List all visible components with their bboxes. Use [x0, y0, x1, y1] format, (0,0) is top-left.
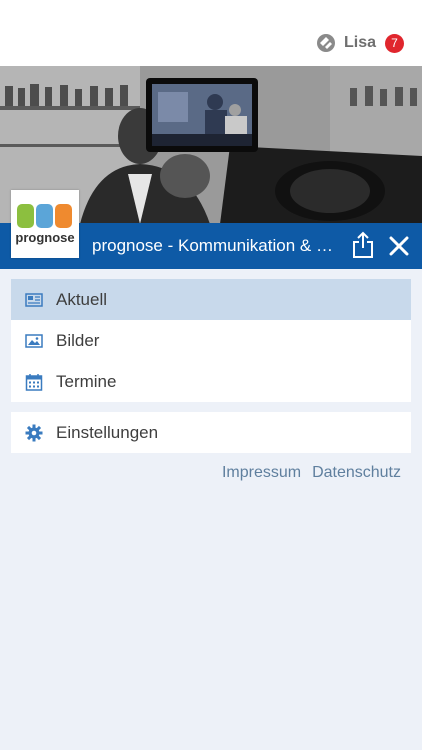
share-icon[interactable] [351, 231, 375, 259]
newspaper-icon [25, 293, 43, 307]
menu-item-termine[interactable]: Termine [11, 361, 411, 402]
settings-menu: Einstellungen [11, 412, 411, 453]
footer-links: Impressum Datenschutz [211, 464, 401, 482]
menu-label-aktuell: Aktuell [56, 289, 108, 309]
menu-label-einstellungen: Einstellungen [56, 422, 159, 442]
impressum-link[interactable]: Impressum [222, 464, 301, 482]
menu-label-termine: Termine [56, 371, 117, 391]
menu-item-bilder[interactable]: Bilder [11, 320, 411, 361]
notification-badge[interactable]: 7 [385, 33, 404, 53]
datenschutz-link[interactable]: Datenschutz [312, 464, 401, 482]
calendar-icon [25, 374, 43, 391]
channel-title[interactable]: prognose - Kommunikation & Medien [92, 236, 342, 256]
main-menu: Aktuell Bilder Termine [11, 279, 411, 402]
image-icon [25, 334, 43, 348]
username: Lisa [343, 34, 376, 51]
menu-label-bilder: Bilder [56, 330, 100, 350]
menu-item-aktuell[interactable]: Aktuell [11, 279, 411, 320]
app-logo-icon [316, 34, 335, 52]
channel-logo: prognose [11, 190, 79, 258]
menu-item-einstellungen[interactable]: Einstellungen [11, 412, 411, 453]
top-bar: Lisa 7 [0, 0, 422, 66]
gear-icon [25, 424, 43, 442]
close-icon[interactable] [388, 235, 410, 257]
logo-text: prognose [15, 230, 74, 245]
user-menu[interactable]: Lisa 7 [316, 33, 404, 53]
